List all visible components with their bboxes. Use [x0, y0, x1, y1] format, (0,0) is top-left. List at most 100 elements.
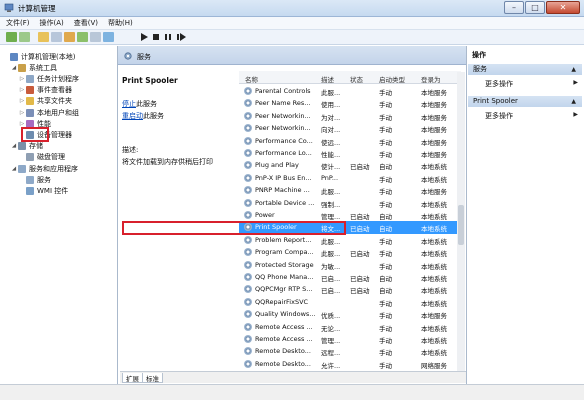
service-gear-icon: [244, 211, 252, 219]
table-row[interactable]: QQPCMgr RTP S... 已启... 已启动 自动 本地系统: [239, 283, 461, 295]
back-icon[interactable]: [6, 32, 17, 42]
column-status[interactable]: 状态: [350, 74, 363, 84]
column-description[interactable]: 描述: [321, 74, 334, 84]
table-cell: 本地系统: [421, 237, 447, 246]
actions-section-services[interactable]: 服务 ▲: [468, 64, 582, 75]
table-cell: 本地服务: [421, 126, 447, 135]
column-startup-type[interactable]: 启动类型: [379, 74, 405, 84]
column-log-on-as[interactable]: 登录为: [421, 74, 441, 84]
collapse-arrow-icon[interactable]: ▲: [571, 96, 576, 107]
start-service-icon[interactable]: [139, 32, 150, 42]
forward-icon[interactable]: [19, 32, 30, 42]
menu-action[interactable]: 操作(A): [40, 18, 64, 28]
pause-service-icon[interactable]: [163, 32, 174, 42]
more-actions-services[interactable]: 更多操作: [485, 79, 513, 89]
tree-node-label: 本地用户和组: [37, 108, 79, 117]
folder-up-icon[interactable]: [38, 32, 49, 42]
table-row[interactable]: Remote Deskto... 允许... 手动 网络服务: [239, 358, 461, 370]
tab-extended[interactable]: 扩展: [122, 373, 143, 383]
service-gear-icon: [244, 335, 252, 343]
expand-arrow-icon[interactable]: ▷: [19, 98, 25, 104]
more-actions-print-spooler[interactable]: 更多操作: [485, 111, 513, 121]
export-list-icon[interactable]: [90, 32, 101, 42]
table-cell: 手动: [379, 126, 392, 135]
column-name[interactable]: 名称: [245, 74, 258, 84]
tree-node[interactable]: ◢ 服务和应用程序: [11, 163, 78, 174]
refresh-icon[interactable]: [77, 32, 88, 42]
stop-service-line: 停止此服务: [122, 99, 157, 109]
expand-arrow-icon[interactable]: ▷: [19, 87, 25, 93]
tree-node[interactable]: 计算机管理(本地): [3, 51, 75, 62]
title-bar: 计算机管理 – □ ✕: [0, 0, 584, 17]
tab-standard[interactable]: 标准: [142, 373, 163, 383]
scrollbar-thumb[interactable]: [458, 205, 464, 245]
tree-node[interactable]: ▷ 共享文件夹: [19, 96, 72, 107]
service-gear-icon: [244, 248, 252, 257]
table-row[interactable]: Performance Co... 使远... 手动 本地服务: [239, 135, 461, 147]
table-row[interactable]: Portable Device ... 强制... 手动 本地系统: [239, 197, 461, 209]
table-row[interactable]: Peer Networkin... 为对... 手动 本地服务: [239, 110, 461, 122]
table-row[interactable]: Power 管理... 已启动 自动 本地系统: [239, 209, 461, 221]
table-row[interactable]: QQRepairFixSVC 手动 本地系统: [239, 296, 461, 308]
services-pane-header: 服务: [118, 46, 466, 65]
table-row[interactable]: Quality Windows... 优质... 手动 本地服务: [239, 308, 461, 320]
restart-service-link[interactable]: 重启动: [122, 112, 143, 120]
expand-arrow-icon[interactable]: ◢: [11, 143, 17, 149]
tree-node[interactable]: 磁盘管理: [19, 152, 65, 163]
table-row[interactable]: Peer Networkin... 向对... 手动 本地服务: [239, 122, 461, 134]
actions-section-print-spooler[interactable]: Print Spooler ▲: [468, 96, 582, 107]
table-row[interactable]: Plug and Play 使计... 已启动 自动 本地系统: [239, 159, 461, 171]
minimize-button[interactable]: –: [504, 1, 524, 14]
table-row[interactable]: PnP-X IP Bus En... PnP... 手动 本地系统: [239, 172, 461, 184]
table-row[interactable]: Peer Name Res... 使用... 手动 本地服务: [239, 97, 461, 109]
table-cell: 本地系统: [421, 275, 447, 283]
expand-arrow-icon[interactable]: ▷: [19, 121, 25, 127]
table-row[interactable]: PNRP Machine ... 此服... 手动 本地服务: [239, 184, 461, 196]
tree-node-label: 磁盘管理: [37, 153, 65, 162]
menu-view[interactable]: 查看(V): [74, 18, 98, 28]
table-row[interactable]: Remote Access ... 管理... 手动 本地系统: [239, 333, 461, 345]
table-row[interactable]: Protected Storage 为敏... 手动 本地系统: [239, 259, 461, 271]
table-row[interactable]: Remote Access ... 无论... 手动 本地系统: [239, 321, 461, 333]
tree-node[interactable]: ◢ 存储: [11, 141, 43, 152]
table-cell: 已启动: [350, 213, 370, 221]
table-row[interactable]: Program Compa... 此服... 已启动 手动 本地系统: [239, 246, 461, 258]
expand-arrow-icon[interactable]: ◢: [11, 166, 17, 172]
table-row[interactable]: QQ Phone Mana... 已启... 已启动 自动 本地系统: [239, 271, 461, 283]
collapse-arrow-icon[interactable]: ▲: [571, 64, 576, 75]
menu-help[interactable]: 帮助(H): [108, 18, 133, 28]
stop-service-link[interactable]: 停止: [122, 100, 136, 108]
show-tree-icon[interactable]: [51, 32, 62, 42]
tree-node[interactable]: WMI 控件: [19, 185, 68, 196]
expand-arrow-icon[interactable]: ◢: [11, 65, 17, 71]
help-icon[interactable]: [103, 32, 114, 42]
restart-service-icon[interactable]: [176, 32, 187, 42]
tree-node-label: 任务计划程序: [37, 74, 79, 83]
table-cell: Program Compa...: [255, 248, 314, 257]
close-button[interactable]: ✕: [546, 1, 580, 14]
tree-node[interactable]: 服务: [19, 174, 51, 185]
table-row[interactable]: Parental Controls 此服... 手动 本地服务: [239, 85, 461, 97]
table-cell: 管理...: [321, 213, 341, 221]
actions-section-label: Print Spooler: [473, 97, 518, 105]
services-scrollbar[interactable]: [457, 72, 465, 371]
tree-node[interactable]: ▷ 任务计划程序: [19, 73, 79, 84]
table-cell: 允许...: [321, 361, 341, 370]
service-gear-icon: [244, 99, 252, 108]
table-cell: 本地系统: [421, 225, 447, 234]
table-cell: QQRepairFixSVC: [255, 297, 309, 306]
tree-node[interactable]: ◢ 系统工具: [11, 62, 57, 73]
stop-service-icon[interactable]: [151, 32, 162, 42]
table-row[interactable]: Remote Deskto... 远程... 手动 本地系统: [239, 345, 461, 357]
tree-node[interactable]: ▷ 本地用户和组: [19, 107, 79, 118]
table-row[interactable]: Performance Lo... 性能... 手动 本地服务: [239, 147, 461, 159]
maximize-button[interactable]: □: [525, 1, 545, 14]
table-cell: Peer Networkin...: [255, 124, 311, 133]
expand-arrow-icon[interactable]: ▷: [19, 110, 25, 116]
menu-file[interactable]: 文件(F): [6, 18, 30, 28]
table-cell: 手动: [379, 138, 392, 147]
tree-node[interactable]: ▷ 事件查看器: [19, 85, 72, 96]
expand-arrow-icon[interactable]: ▷: [19, 76, 25, 82]
table-row[interactable]: Problem Report... 此服... 手动 本地系统: [239, 234, 461, 246]
properties-icon[interactable]: [64, 32, 75, 42]
